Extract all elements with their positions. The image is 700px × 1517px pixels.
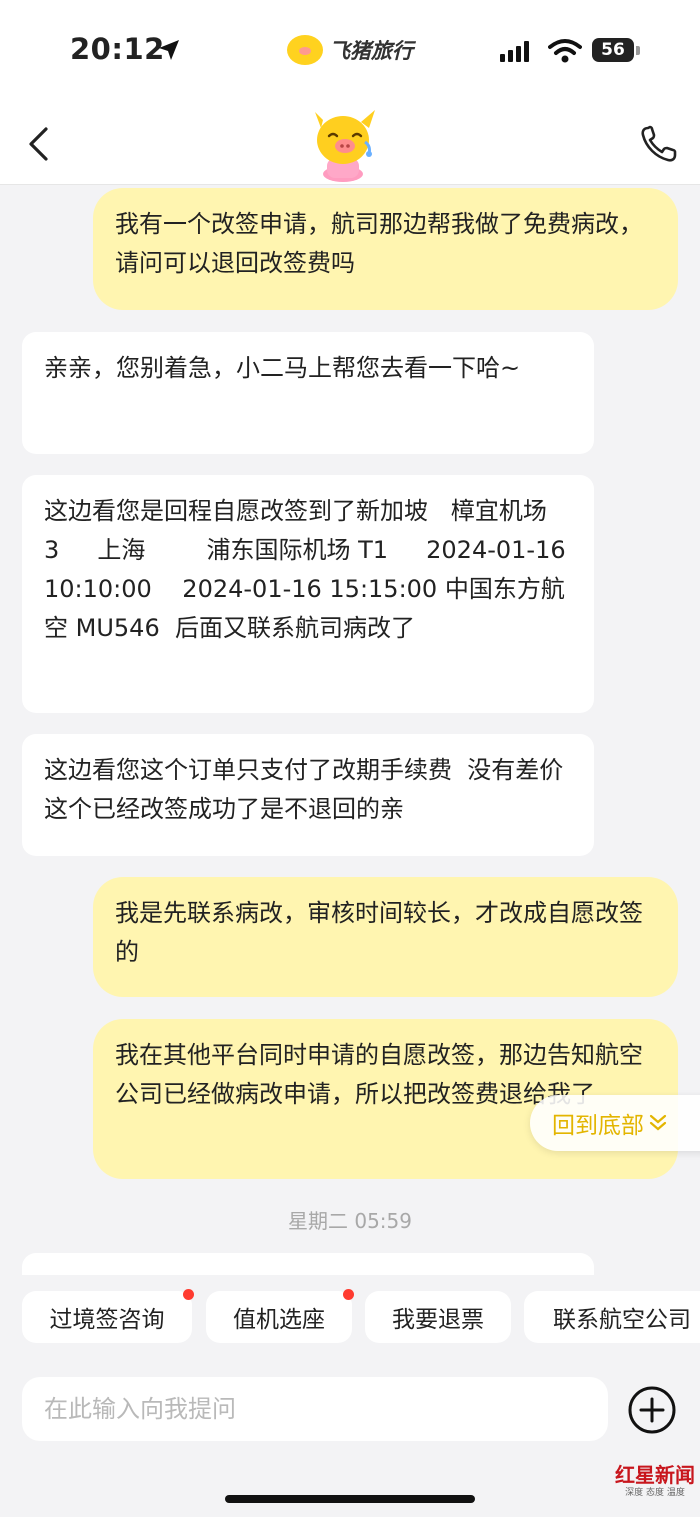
battery-indicator: 56 [592, 38, 634, 62]
cellular-signal-icon [500, 40, 529, 62]
quick-reply-transit-visa[interactable]: 过境签咨询 [22, 1289, 194, 1343]
quick-reply-checkin-seat[interactable]: 值机选座 [206, 1289, 354, 1343]
message-timestamp: 星期二 05:59 [288, 1209, 412, 1233]
battery-tip [636, 46, 640, 55]
chip-label: 联系航空公司 [553, 1307, 691, 1333]
quick-reply-contact-airline[interactable]: 联系航空公司 [524, 1291, 700, 1343]
input-bar: 红星新闻 深度 态度 温度 [0, 1355, 700, 1517]
agent-message-bubble: 这边看您这个订单只支付了改期手续费 没有差价 这个已经改签成功了是不退回的亲 [22, 734, 594, 856]
app-brand: 飞猪旅行 [287, 32, 413, 68]
home-indicator [225, 1495, 475, 1503]
chip-label: 值机选座 [233, 1307, 325, 1333]
scroll-to-bottom-button[interactable]: 回到底部 [530, 1095, 700, 1151]
watermark-slogan: 深度 态度 温度 [625, 1488, 685, 1498]
location-arrow-icon [159, 40, 179, 60]
user-message-bubble: 我有一个改签申请，航司那边帮我做了免费病改，请问可以退回改签费吗 [93, 188, 678, 310]
watermark-title: 红星新闻 [615, 1463, 695, 1487]
fliggy-logo-icon [287, 35, 323, 65]
app-name: 飞猪旅行 [329, 39, 413, 63]
agent-message-bubble: 亲亲，您别着急，小二马上帮您去看一下哈~ [22, 332, 594, 454]
wifi-icon [548, 39, 582, 63]
chip-label: 过境签咨询 [49, 1307, 165, 1333]
back-button[interactable] [26, 122, 66, 166]
scroll-to-bottom-label: 回到底部 [552, 1113, 644, 1139]
phone-icon [641, 125, 677, 162]
plus-circle-icon[interactable] [627, 1385, 677, 1435]
notification-dot [343, 1289, 354, 1300]
fliggy-mascot-icon[interactable] [303, 108, 383, 182]
quick-reply-refund[interactable]: 我要退票 [365, 1291, 511, 1343]
user-message-bubble: 我是先联系病改，审核时间较长，才改成自愿改签的 [93, 877, 678, 997]
notification-dot [183, 1289, 194, 1300]
chip-label: 我要退票 [392, 1307, 484, 1333]
message-input[interactable] [22, 1377, 608, 1441]
double-chevron-down-icon [649, 1114, 667, 1131]
agent-message-bubble-partial [22, 1253, 594, 1275]
status-bar: 20:12 飞猪旅行 56 [0, 0, 700, 100]
chevron-left-icon [29, 127, 48, 161]
status-time: 20:12 [70, 32, 165, 66]
chat-header [0, 100, 700, 185]
quick-reply-bar: 过境签咨询 值机选座 我要退票 联系航空公司 [0, 1275, 700, 1355]
watermark-logo: 红星新闻 深度 态度 温度 [612, 1463, 698, 1509]
agent-message-bubble: 这边看您是回程自愿改签到了新加坡 樟宜机场 3 上海 浦东国际机场 T1 202… [22, 475, 594, 713]
call-button[interactable] [638, 122, 678, 166]
